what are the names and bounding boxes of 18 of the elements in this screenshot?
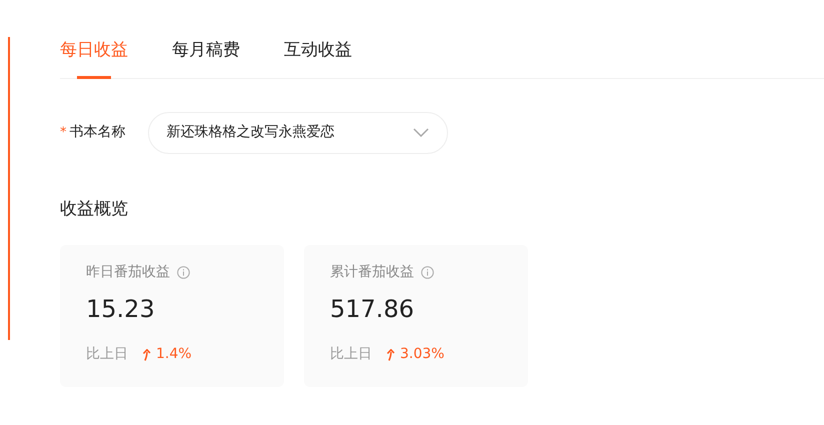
required-mark: *: [60, 124, 66, 142]
change-percent: 3.03%: [400, 345, 444, 364]
compare-label: 比上日: [86, 345, 128, 364]
chevron-down-icon: [412, 128, 428, 137]
card-title: 累计番茄收益: [330, 263, 414, 282]
select-value: 新还珠格格之改写永燕爱恋: [166, 123, 334, 142]
book-select[interactable]: 新还珠格格之改写永燕爱恋: [148, 112, 448, 154]
stat-value: 517.86: [330, 294, 415, 325]
tab[interactable]: 互动收益: [284, 28, 352, 78]
card-title: 昨日番茄收益: [86, 263, 170, 282]
info-icon[interactable]: [177, 266, 190, 279]
change-percent: 1.4%: [156, 345, 192, 364]
stat-value: 15.23: [86, 294, 156, 325]
field-label: 书本名称: [70, 123, 126, 142]
info-icon[interactable]: [421, 266, 434, 279]
section-title: 收益概览: [60, 198, 129, 220]
compare-label: 比上日: [330, 345, 372, 364]
tab[interactable]: 每月稿费: [172, 28, 240, 78]
